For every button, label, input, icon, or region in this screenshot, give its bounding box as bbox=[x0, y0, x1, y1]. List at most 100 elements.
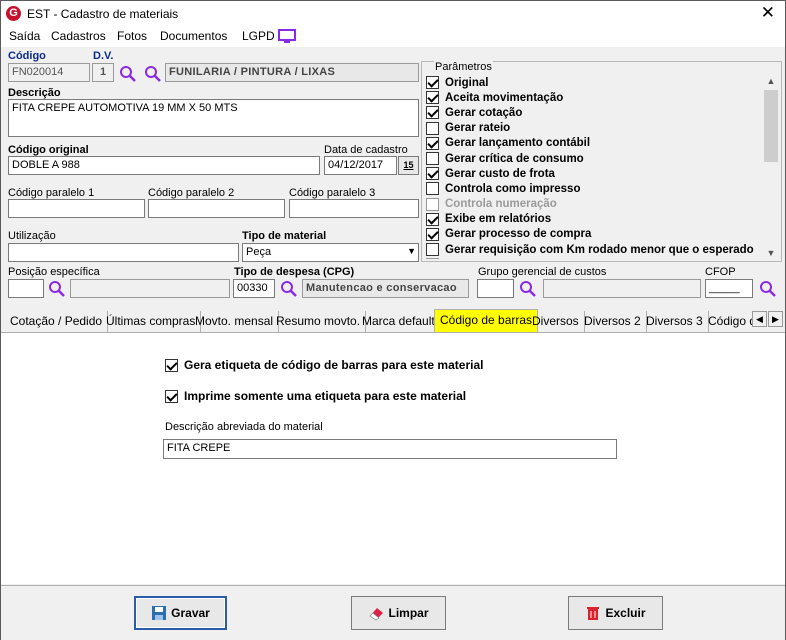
parametros-list: Original Aceita movimentação Gerar cotação… bbox=[426, 75, 764, 259]
parametro-checkbox[interactable] bbox=[426, 76, 439, 90]
parametro-checkbox[interactable] bbox=[426, 197, 439, 211]
codigo-original-field[interactable]: DOBLE A 988 bbox=[8, 156, 320, 175]
tab-diversos-3[interactable]: Diversos 3 bbox=[641, 311, 709, 333]
parametro-item[interactable]: Controla numeração bbox=[426, 197, 764, 212]
menu-documentos[interactable]: Documentos bbox=[160, 29, 227, 43]
parametro-checkbox[interactable] bbox=[426, 182, 439, 196]
parametro-label: Gerar custo de frota bbox=[445, 167, 555, 180]
tab-cotacao-pedido[interactable]: Cotação / Pedido bbox=[5, 311, 109, 333]
tab-scroll-right-icon[interactable]: ▶ bbox=[768, 311, 783, 327]
tab-ultimas-compras[interactable]: Últimas compras bbox=[101, 311, 202, 333]
cfop-field[interactable]: _____ bbox=[705, 279, 753, 298]
parametro-checkbox[interactable] bbox=[426, 243, 439, 257]
gera-etiqueta-checkbox[interactable] bbox=[165, 358, 178, 372]
excluir-button[interactable]: Excluir bbox=[568, 596, 663, 630]
search-icon[interactable] bbox=[519, 280, 537, 298]
scroll-up-icon[interactable]: ▲ bbox=[763, 74, 779, 88]
imprime-label: Imprime somente uma etiqueta para este m… bbox=[184, 389, 467, 403]
limpar-label: Limpar bbox=[388, 606, 429, 620]
posicao-field[interactable] bbox=[8, 279, 44, 298]
title-bar: G EST - Cadastro de materiais ✕ bbox=[1, 1, 785, 27]
parametro-item[interactable]: Gerar custo de frota bbox=[426, 166, 764, 181]
calendar-icon[interactable]: 15 bbox=[398, 156, 419, 175]
monitor-icon[interactable] bbox=[278, 29, 296, 44]
imprime-row[interactable]: Imprime somente uma etiqueta para este m… bbox=[165, 389, 466, 403]
floppy-icon bbox=[152, 606, 167, 620]
parametro-checkbox[interactable] bbox=[426, 152, 439, 166]
search-icon[interactable] bbox=[280, 280, 298, 298]
parametro-item[interactable]: Gerar lançamento contábil bbox=[426, 136, 764, 151]
codigo-label: Código bbox=[8, 50, 46, 62]
data-cadastro-field[interactable]: 04/12/2017 bbox=[324, 156, 397, 175]
codigo-paralelo-2-label: Código paralelo 2 bbox=[148, 187, 235, 199]
codigo-field[interactable]: FN020014 bbox=[8, 63, 90, 82]
tipo-material-select[interactable]: Peça ▼ bbox=[242, 243, 419, 262]
parametro-label: Gerar processo de compra bbox=[445, 228, 592, 241]
parametro-checkbox[interactable] bbox=[426, 121, 439, 135]
tab-diversos[interactable]: Diversos bbox=[527, 311, 585, 333]
parametro-item[interactable]: Exibe em relatórios bbox=[426, 212, 764, 227]
close-icon[interactable]: ✕ bbox=[761, 4, 775, 22]
parametro-label: Exibe em relatórios bbox=[445, 213, 552, 226]
limpar-button[interactable]: Limpar bbox=[351, 596, 446, 630]
search-icon[interactable] bbox=[48, 280, 66, 298]
utilizacao-field[interactable] bbox=[8, 243, 239, 262]
codigo-paralelo-3-label: Código paralelo 3 bbox=[289, 187, 376, 199]
menu-saida[interactable]: Saída bbox=[9, 29, 40, 43]
grupo-field[interactable]: FUNILARIA / PINTURA / LIXAS bbox=[165, 63, 419, 82]
grupo-gerencial-code-field[interactable] bbox=[477, 279, 514, 298]
parametro-item[interactable]: Gerar cotação bbox=[426, 105, 764, 120]
menu-cadastros[interactable]: Cadastros bbox=[51, 29, 106, 43]
search-icon[interactable] bbox=[119, 65, 137, 83]
menu-fotos[interactable]: Fotos bbox=[117, 29, 147, 43]
search-icon[interactable] bbox=[144, 65, 162, 83]
tab-diversos-2[interactable]: Diversos 2 bbox=[579, 311, 647, 333]
parametro-label: Controla como impresso bbox=[445, 182, 581, 195]
parametro-checkbox[interactable] bbox=[426, 227, 439, 241]
codigo-paralelo-1-field[interactable] bbox=[8, 199, 145, 218]
parametro-checkbox[interactable] bbox=[426, 212, 439, 226]
parametro-item[interactable]: Gerar crítica de consumo bbox=[426, 151, 764, 166]
gravar-button[interactable]: Gravar bbox=[134, 596, 227, 630]
parametro-item[interactable]: Original bbox=[426, 75, 764, 90]
gera-etiqueta-row[interactable]: Gera etiqueta de código de barras para e… bbox=[165, 358, 483, 372]
tipo-despesa-desc-field[interactable]: Manutencao e conservacao bbox=[302, 279, 469, 298]
parametro-checkbox[interactable] bbox=[426, 167, 439, 181]
parametros-scrollbar[interactable]: ▲ ▼ bbox=[763, 74, 779, 260]
descricao-abreviada-field[interactable]: FITA CREPE bbox=[163, 439, 617, 459]
tab-scroll-left-icon[interactable]: ◀ bbox=[752, 311, 767, 327]
codigo-paralelo-2-field[interactable] bbox=[148, 199, 285, 218]
scroll-down-icon[interactable]: ▼ bbox=[763, 246, 779, 260]
chevron-down-icon[interactable]: ▼ bbox=[407, 246, 416, 256]
data-cadastro-label: Data de cadastro bbox=[324, 144, 408, 156]
menu-lgpd[interactable]: LGPD bbox=[242, 29, 275, 43]
parametro-checkbox[interactable] bbox=[426, 136, 439, 150]
parametro-item[interactable]: Gerar rateio bbox=[426, 121, 764, 136]
parametro-checkbox[interactable] bbox=[426, 106, 439, 120]
parametro-item[interactable]: Controla como impresso bbox=[426, 181, 764, 196]
tab-codigo-d[interactable]: Código d bbox=[703, 311, 753, 333]
tipo-despesa-code-field[interactable]: 00330 bbox=[233, 279, 275, 298]
codigo-paralelo-3-field[interactable] bbox=[289, 199, 419, 218]
parametro-checkbox[interactable] bbox=[426, 258, 439, 259]
tab-marca-default[interactable]: Marca default bbox=[357, 311, 441, 333]
posicao-label: Posição específica bbox=[8, 266, 100, 278]
posicao-desc-field[interactable] bbox=[70, 279, 230, 298]
search-icon[interactable] bbox=[759, 280, 777, 298]
tab-resumo-movto[interactable]: Resumo movto. bbox=[271, 311, 367, 333]
tab-movto-mensal[interactable]: Movto. mensal bbox=[190, 311, 280, 333]
parametro-item[interactable]: Bloquear requisição de pneus bbox=[426, 257, 764, 259]
parametro-label: Gerar cotação bbox=[445, 106, 523, 119]
grupo-gerencial-desc-field[interactable] bbox=[543, 279, 701, 298]
window-title: EST - Cadastro de materiais bbox=[27, 7, 179, 21]
parametro-item[interactable]: Gerar processo de compra bbox=[426, 227, 764, 242]
scroll-thumb[interactable] bbox=[764, 90, 778, 162]
utilizacao-label: Utilização bbox=[8, 230, 56, 242]
parametro-item[interactable]: Gerar requisição com Km rodado menor que… bbox=[426, 242, 764, 257]
tab-codigo-de-barras[interactable]: Código de barras bbox=[434, 309, 539, 333]
parametro-item[interactable]: Aceita movimentação bbox=[426, 90, 764, 105]
imprime-checkbox[interactable] bbox=[165, 389, 178, 403]
descricao-field[interactable]: FITA CREPE AUTOMOTIVA 19 MM X 50 MTS bbox=[8, 99, 419, 137]
parametro-checkbox[interactable] bbox=[426, 91, 439, 105]
dv-field[interactable]: 1 bbox=[92, 63, 114, 82]
